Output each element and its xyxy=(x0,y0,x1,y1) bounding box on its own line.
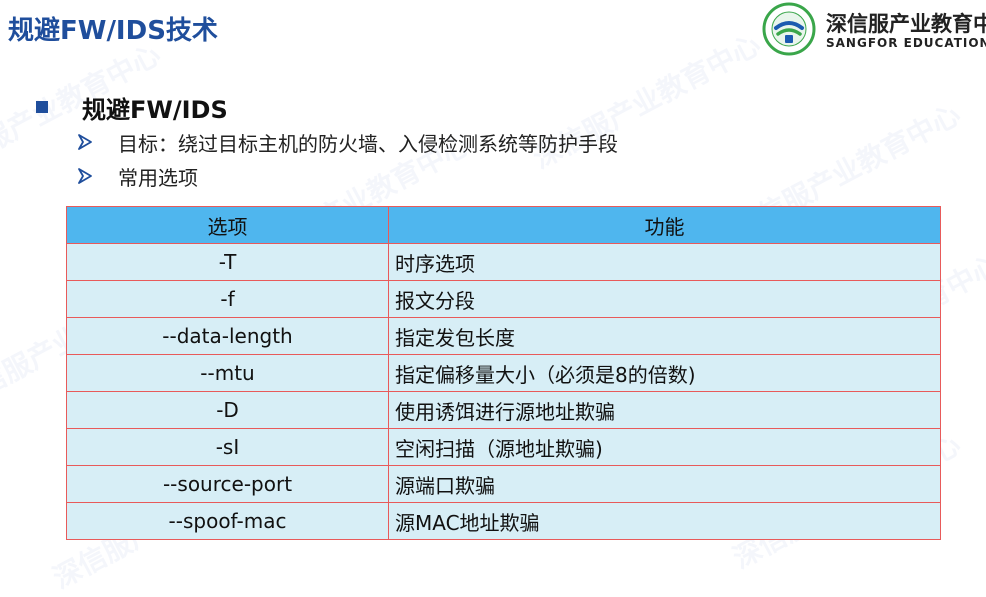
option-cell: -f xyxy=(66,280,389,318)
table-row: --mtu 指定偏移量大小（必须是8的倍数) xyxy=(66,354,941,392)
function-cell: 空闲扫描（源地址欺骗) xyxy=(388,428,941,466)
table-row: --data-length 指定发包长度 xyxy=(66,317,941,355)
section-heading: 规避FW/IDS xyxy=(36,90,228,124)
section-heading-text: 规避FW/IDS xyxy=(82,95,228,124)
bullet-item-goal: 目标：绕过目标主机的防火墙、入侵检测系统等防护手段 xyxy=(76,128,618,156)
function-cell: 指定偏移量大小（必须是8的倍数) xyxy=(388,354,941,392)
sangfor-logo: 深信服产业教育中 SANGFOR EDUCATION CEN xyxy=(762,2,986,56)
function-cell: 报文分段 xyxy=(388,280,941,318)
sangfor-logo-icon xyxy=(762,2,816,56)
function-cell: 使用诱饵进行源地址欺骗 xyxy=(388,391,941,429)
function-cell: 时序选项 xyxy=(388,243,941,281)
function-cell: 指定发包长度 xyxy=(388,317,941,355)
option-cell: --spoof-mac xyxy=(66,502,389,540)
bullet-item-options: 常用选项 xyxy=(76,162,198,190)
bullet-text: 目标：绕过目标主机的防火墙、入侵检测系统等防护手段 xyxy=(118,131,618,156)
table-header-function: 功能 xyxy=(388,206,941,244)
table-row: --source-port 源端口欺骗 xyxy=(66,465,941,503)
table-row: -sI 空闲扫描（源地址欺骗) xyxy=(66,428,941,466)
arrow-bullet-icon xyxy=(78,168,92,184)
arrow-bullet-icon xyxy=(78,134,92,150)
option-cell: --source-port xyxy=(66,465,389,503)
option-cell: -T xyxy=(66,243,389,281)
square-bullet-icon xyxy=(36,101,48,113)
table-header-option: 选项 xyxy=(66,206,389,244)
table-row: -D 使用诱饵进行源地址欺骗 xyxy=(66,391,941,429)
page-title: 规避FW/IDS技术 xyxy=(8,16,218,46)
logo-en-name: SANGFOR EDUCATION CEN xyxy=(826,36,986,50)
bullet-text: 常用选项 xyxy=(118,165,198,190)
table-header-row: 选项 功能 xyxy=(66,206,941,244)
table-row: -f 报文分段 xyxy=(66,280,941,318)
option-cell: -D xyxy=(66,391,389,429)
table-row: -T 时序选项 xyxy=(66,243,941,281)
logo-cn-name: 深信服产业教育中 xyxy=(826,12,986,36)
option-cell: --data-length xyxy=(66,317,389,355)
option-cell: --mtu xyxy=(66,354,389,392)
options-table: 选项 功能 -T 时序选项 -f 报文分段 --data-length 指定发包… xyxy=(66,206,941,540)
function-cell: 源端口欺骗 xyxy=(388,465,941,503)
function-cell: 源MAC地址欺骗 xyxy=(388,502,941,540)
table-row: --spoof-mac 源MAC地址欺骗 xyxy=(66,502,941,540)
option-cell: -sI xyxy=(66,428,389,466)
